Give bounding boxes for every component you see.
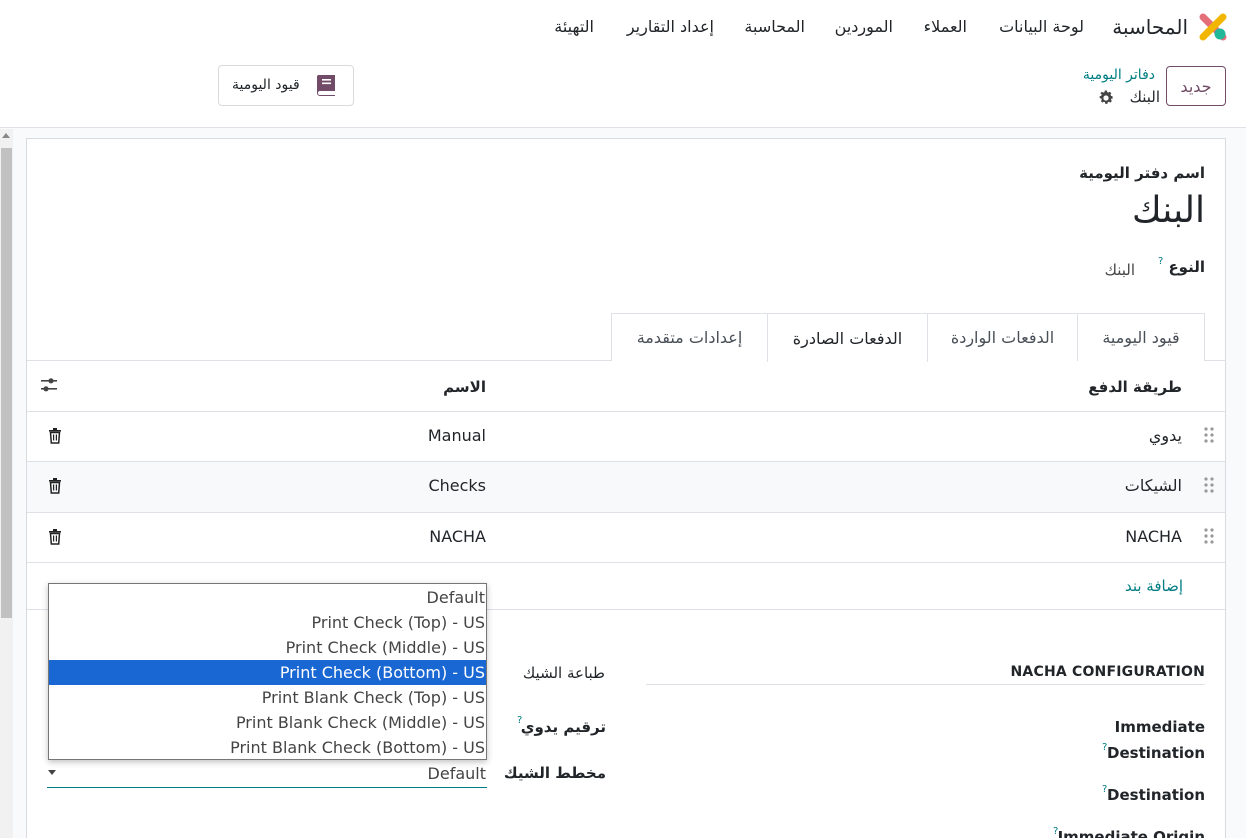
add-line-link[interactable]: إضافة بند [1125,577,1183,595]
chevron-down-icon[interactable] [48,770,56,775]
book-icon [316,75,335,96]
check-layout-select[interactable]: Default [47,761,487,788]
destination-help-icon[interactable]: ? [1102,784,1107,795]
row-name[interactable]: NACHA [429,527,486,546]
control-panel [0,56,1246,128]
nav-configuration[interactable]: التهيئة [554,17,594,36]
col-header-payment-method[interactable]: طريقة الدفع [1088,378,1182,396]
tab-journal-items[interactable]: قيود اليومية [1077,313,1205,361]
nacha-section-title: NACHA CONFIGURATION [1010,664,1205,680]
trash-icon[interactable] [48,529,62,545]
tab-outgoing-payments[interactable]: الدفعات الصادرة [767,313,928,362]
dropdown-option[interactable]: Print Check (Top) - US [49,610,486,635]
journal-name-input[interactable]: البنك [1132,190,1205,231]
scrollbar-thumb[interactable] [1,148,12,618]
immediate-origin-help-icon[interactable]: ? [1053,826,1058,837]
check-layout-label: مخطط الشيك [503,764,606,782]
nav-accounting[interactable]: المحاسبة [744,17,805,36]
check-print-label: طباعة الشيك [522,664,605,682]
drag-handle-icon[interactable] [1204,528,1214,544]
row-payment-method[interactable]: يدوي [1149,426,1182,445]
tab-advanced-settings[interactable]: إعدادات متقدمة [611,313,768,361]
dropdown-option[interactable]: Print Blank Check (Bottom) - US [49,735,486,760]
dropdown-option-highlighted[interactable]: Print Check (Bottom) - US [49,660,486,685]
table-row[interactable] [27,412,1225,462]
dropdown-option[interactable]: Print Check (Middle) - US [49,635,486,660]
nav-customers[interactable]: العملاء [924,17,967,36]
tab-incoming-payments[interactable]: الدفعات الواردة [927,313,1078,361]
type-help-icon[interactable]: ? [1158,256,1163,267]
col-header-name[interactable]: الاسم [443,378,486,396]
check-layout-value: Default [427,764,486,783]
app-name[interactable]: المحاسبة [1112,15,1188,39]
dropdown-option[interactable]: Print Blank Check (Top) - US [49,685,486,710]
row-payment-method[interactable]: NACHA [1125,527,1182,546]
dropdown-option[interactable]: Print Blank Check (Middle) - US [49,710,486,735]
drag-handle-icon[interactable] [1204,427,1214,443]
journal-name-label: اسم دفتر اليومية [1079,164,1205,182]
row-name[interactable]: Checks [428,476,486,495]
immediate-destination-label-2: Destination [1107,744,1205,762]
row-name[interactable]: Manual [428,426,486,445]
trash-icon[interactable] [48,428,62,444]
immediate-destination-help-icon[interactable]: ? [1102,742,1107,753]
manual-numbering-label: ترقيم يدوي [520,718,606,736]
manual-numbering-help-icon[interactable]: ? [517,715,522,726]
trash-icon[interactable] [48,478,62,494]
row-payment-method[interactable]: الشيكات [1125,476,1182,495]
check-layout-dropdown[interactable]: Default Print Check (Top) - US Print Che… [48,583,487,760]
table-row[interactable] [27,462,1225,512]
table-row[interactable] [27,513,1225,563]
section-divider [646,684,1205,685]
app-logo-icon[interactable] [1199,13,1227,41]
table-divider [27,562,1225,563]
gear-icon[interactable] [1097,89,1115,107]
nav-reporting[interactable]: إعداد التقارير [627,17,714,36]
smart-button-label: قيود اليومية [232,77,300,93]
destination-label: Destination [1107,786,1205,804]
settings-sliders-icon[interactable] [40,377,58,393]
new-button[interactable]: جديد [1166,66,1226,106]
nav-dashboard[interactable]: لوحة البيانات [999,17,1084,36]
immediate-destination-label: Immediate [1114,718,1205,736]
dropdown-option[interactable]: Default [49,585,486,610]
breadcrumb-current: البنك [1129,88,1160,106]
nav-vendors[interactable]: الموردين [835,17,893,36]
immediate-origin-label: Immediate Origin [1057,828,1205,838]
breadcrumb-parent[interactable]: دفاتر اليومية [1083,67,1155,83]
type-value[interactable]: البنك [1105,261,1135,279]
type-label: النوع [1168,258,1205,276]
scroll-up-icon[interactable] [2,133,10,138]
drag-handle-icon[interactable] [1204,477,1214,493]
